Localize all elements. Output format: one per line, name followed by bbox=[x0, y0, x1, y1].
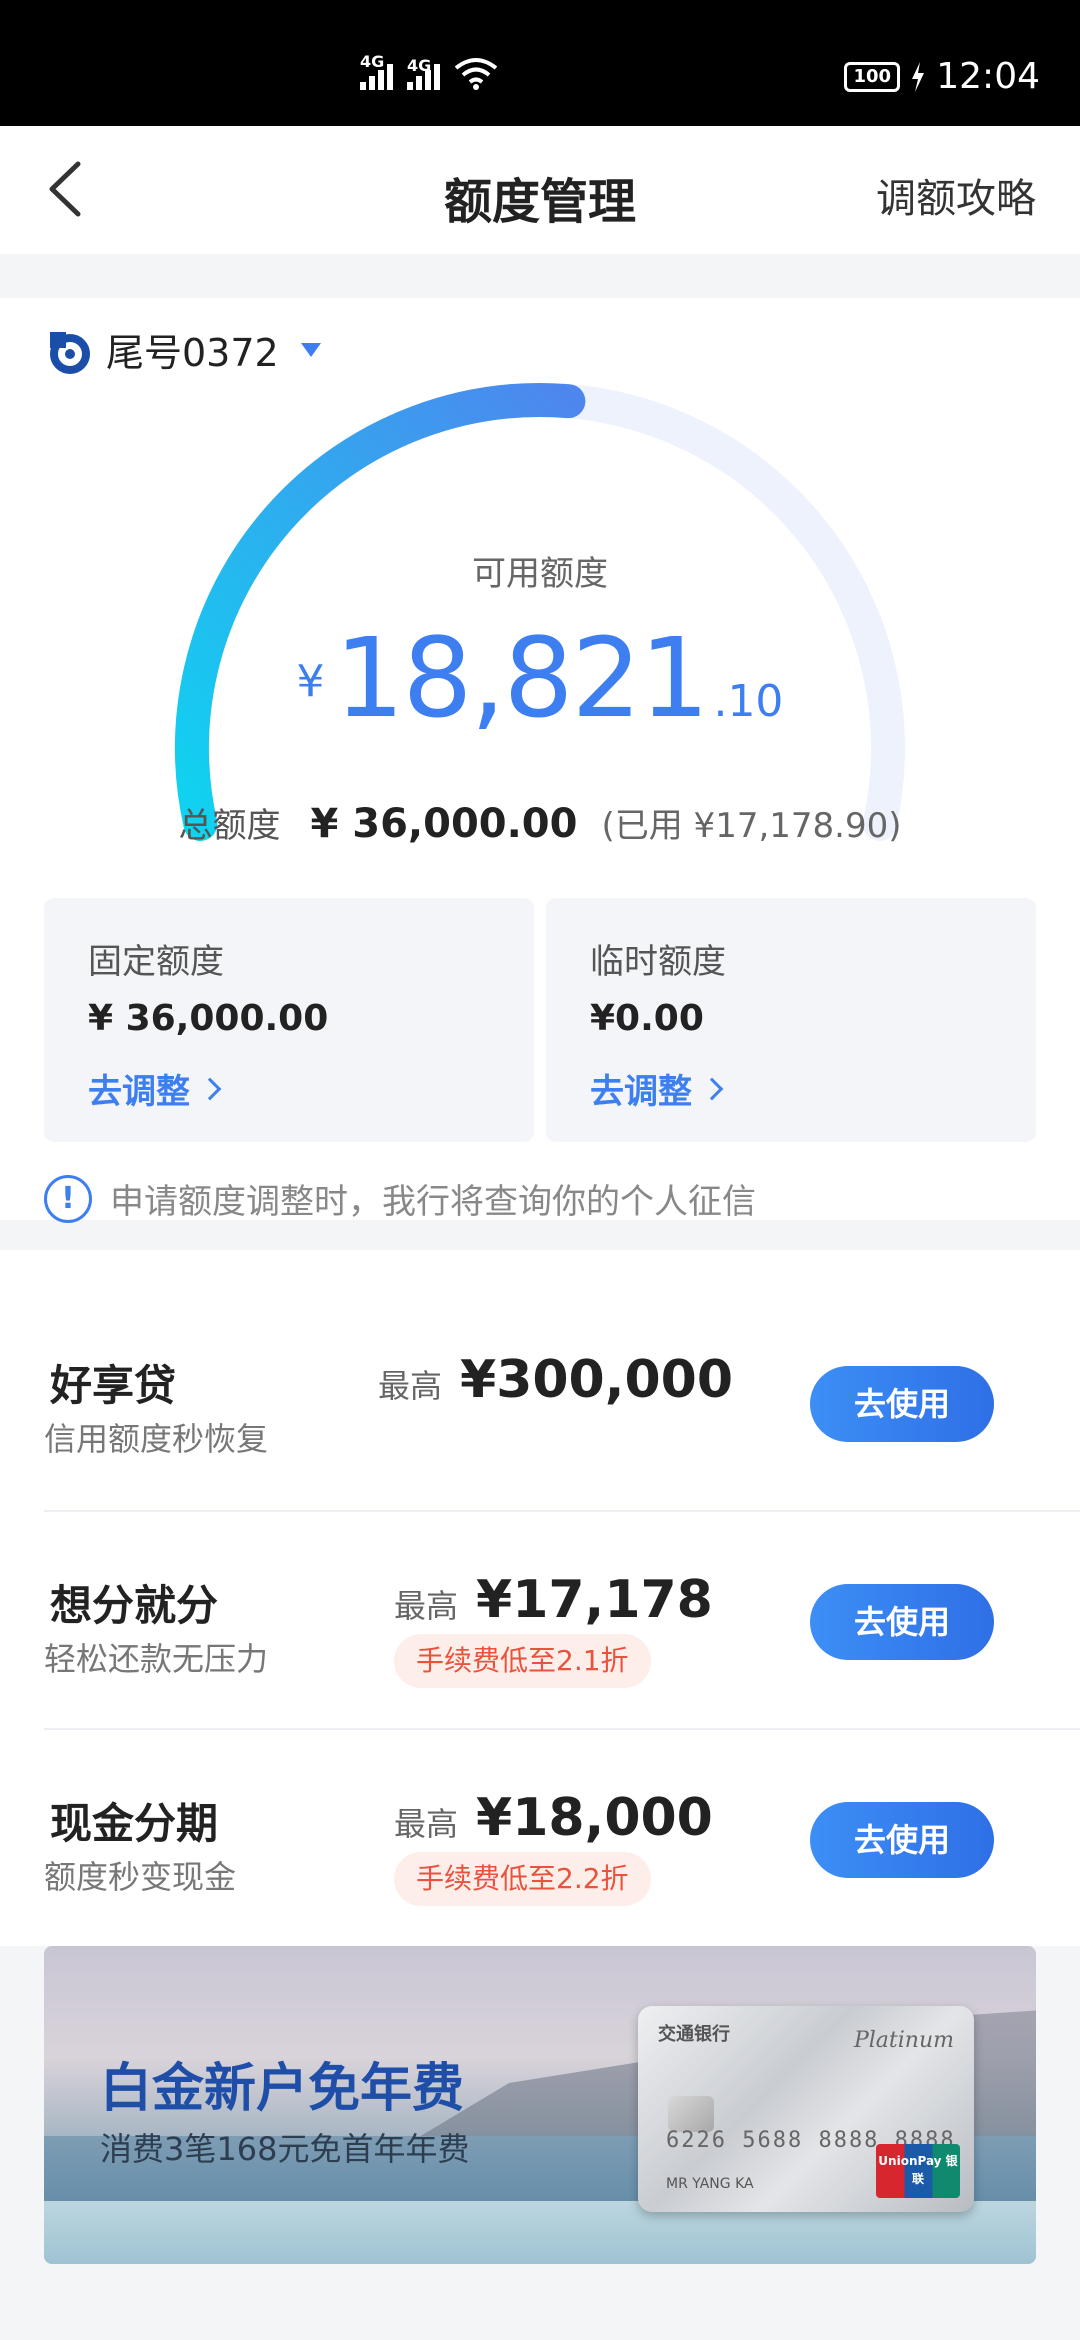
network-type-label: 4G bbox=[360, 52, 385, 71]
card-tail-number: 尾号0372 bbox=[106, 331, 279, 375]
promo-banner[interactable]: 白金新户免年费 消费3笔168元免首年年费 交通银行 Platinum 6226… bbox=[44, 1946, 1036, 2264]
product-subtitle: 轻松还款无压力 bbox=[44, 1640, 269, 1678]
adjust-guide-link[interactable]: 调额攻略 bbox=[876, 166, 1036, 224]
card-selector[interactable]: 尾号0372 bbox=[44, 322, 321, 377]
available-quota-amount: ¥18,821.10 bbox=[0, 614, 1080, 742]
product-subtitle: 信用额度秒恢复 bbox=[44, 1420, 269, 1458]
product-max-amount: ¥17,178 bbox=[476, 1570, 713, 1630]
battery-icon: 100 bbox=[844, 61, 901, 92]
adjust-link-label: 去调整 bbox=[590, 1072, 692, 1112]
banner-title: 白金新户免年费 bbox=[100, 2059, 465, 2119]
card-tier: Platinum bbox=[853, 2028, 954, 2053]
temp-quota-title: 临时额度 bbox=[590, 942, 726, 982]
gauge-track bbox=[175, 383, 905, 841]
fixed-quota-box: 固定额度 ¥ 36,000.00 去调整 bbox=[44, 898, 534, 1142]
bank-logo-icon bbox=[50, 331, 90, 374]
nav-bar: 额度管理 调额攻略 bbox=[0, 126, 1080, 254]
product-max-amount: ¥18,000 bbox=[476, 1788, 713, 1848]
fixed-quota-value: ¥ 36,000.00 bbox=[88, 998, 329, 1039]
card-holder: MR YANG KA bbox=[666, 2176, 754, 2192]
chevron-right-icon bbox=[198, 1077, 222, 1100]
fee-discount-badge: 手续费低至2.2折 bbox=[394, 1852, 651, 1906]
product-name: 想分就分 bbox=[50, 1581, 219, 1630]
max-label: 最高 bbox=[394, 1587, 459, 1625]
info-circle-icon: ! bbox=[44, 1174, 92, 1223]
credit-card-image: 交通银行 Platinum 6226 5688 8888 8888 MR YAN… bbox=[638, 2006, 974, 2212]
total-quota-line: 总额度 ¥ 36,000.00 (已用 ¥17,178.90) bbox=[0, 798, 1080, 847]
unionpay-logo-icon: UnionPay 银联 bbox=[876, 2144, 960, 2198]
wifi-icon bbox=[454, 58, 498, 90]
list-item: 现金分期 额度秒变现金 最高 ¥18,000 手续费低至2.2折 去使用 bbox=[0, 1728, 1080, 1946]
product-max: 最高 ¥18,000 bbox=[394, 1788, 713, 1848]
card-bank-name: 交通银行 bbox=[658, 2024, 730, 2045]
available-quota-integer: 18,821 bbox=[334, 614, 710, 742]
notice-text: 申请额度调整时，我行将查询你的个人征信 bbox=[110, 1182, 756, 1222]
fixed-quota-title: 固定额度 bbox=[88, 942, 224, 982]
network-type-label: 4G bbox=[407, 56, 432, 75]
product-subtitle: 额度秒变现金 bbox=[44, 1858, 237, 1896]
product-max: 最高 ¥300,000 bbox=[378, 1350, 733, 1410]
charging-icon bbox=[912, 61, 925, 92]
product-max-amount: ¥300,000 bbox=[460, 1350, 734, 1410]
temp-quota-box: 临时额度 ¥0.00 去调整 bbox=[546, 898, 1036, 1142]
adjust-fixed-quota-link[interactable]: 去调整 bbox=[88, 1064, 222, 1113]
available-quota-decimal: .10 bbox=[713, 676, 784, 727]
status-bar: 4G 4G 100 12:04 bbox=[0, 0, 1080, 126]
signal-indicators: 4G 4G bbox=[360, 52, 498, 90]
list-item: 想分就分 轻松还款无压力 最高 ¥17,178 手续费低至2.1折 去使用 bbox=[0, 1510, 1080, 1728]
max-label: 最高 bbox=[394, 1805, 459, 1843]
clock: 12:04 bbox=[936, 56, 1040, 97]
adjust-temp-quota-link[interactable]: 去调整 bbox=[590, 1064, 724, 1113]
credit-check-notice: ! 申请额度调整时，我行将查询你的个人征信 bbox=[44, 1174, 756, 1223]
divider bbox=[44, 1510, 1080, 1512]
temp-quota-value: ¥0.00 bbox=[590, 998, 704, 1039]
adjust-link-label: 去调整 bbox=[88, 1072, 190, 1112]
max-label: 最高 bbox=[378, 1367, 443, 1405]
currency-symbol: ¥ bbox=[296, 656, 325, 707]
product-name: 好享贷 bbox=[50, 1361, 177, 1410]
available-quota-label: 可用额度 bbox=[472, 554, 608, 594]
divider bbox=[44, 1728, 1080, 1730]
product-list: 好享贷 信用额度秒恢复 最高 ¥300,000 去使用 想分就分 轻松还款无压力 … bbox=[0, 1250, 1080, 1946]
product-max: 最高 ¥17,178 bbox=[394, 1570, 713, 1630]
banner-subtitle: 消费3笔168元免首年年费 bbox=[100, 2130, 470, 2168]
card-chip-icon bbox=[668, 2096, 714, 2132]
use-button[interactable]: 去使用 bbox=[810, 1366, 994, 1442]
gauge-fill bbox=[175, 383, 586, 841]
list-item: 好享贷 信用额度秒恢复 最高 ¥300,000 去使用 bbox=[0, 1250, 1080, 1468]
total-quota-value: ¥ 36,000.00 bbox=[310, 801, 578, 847]
chevron-right-icon bbox=[700, 1077, 724, 1100]
dropdown-caret-icon bbox=[300, 342, 321, 357]
signal-icon: 4G bbox=[407, 56, 440, 90]
total-quota-label: 总额度 bbox=[178, 806, 281, 846]
use-button[interactable]: 去使用 bbox=[810, 1802, 994, 1878]
signal-icon: 4G bbox=[360, 52, 393, 90]
use-button[interactable]: 去使用 bbox=[810, 1584, 994, 1660]
used-quota-text: (已用 ¥17,178.90) bbox=[601, 806, 902, 846]
fee-discount-badge: 手续费低至2.1折 bbox=[394, 1634, 651, 1688]
product-name: 现金分期 bbox=[50, 1799, 219, 1848]
